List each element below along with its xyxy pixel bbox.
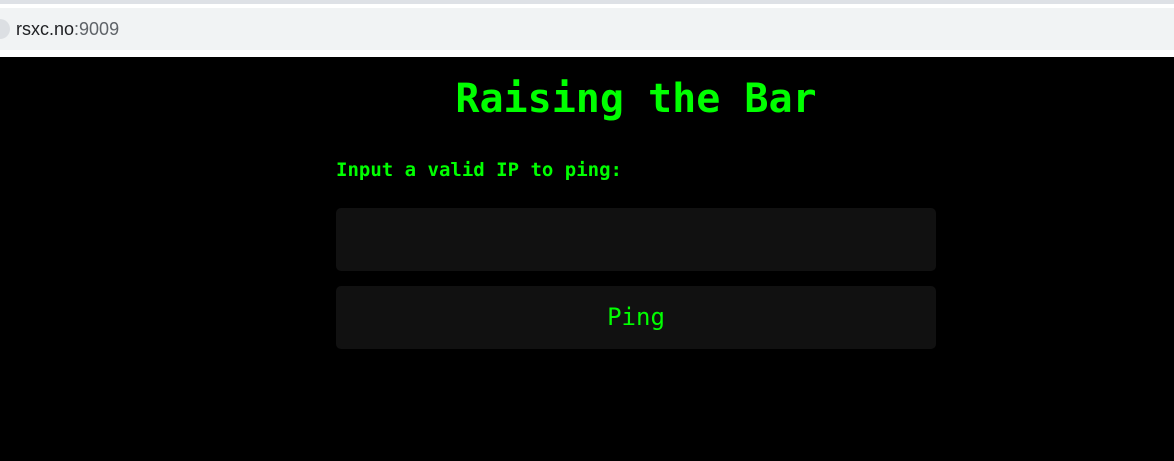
url-port: :9009 (74, 19, 120, 39)
ip-input[interactable] (336, 208, 936, 271)
ip-prompt-label: Input a valid IP to ping: (336, 159, 622, 181)
url-host: rsxc.no (16, 19, 75, 39)
page-content: Raising the Bar Input a valid IP to ping… (0, 57, 1174, 461)
tab-strip (0, 0, 1174, 4)
ping-button[interactable]: Ping (336, 286, 936, 349)
browser-chrome: rsxc.no:9009 (0, 0, 1174, 57)
url-text[interactable]: rsxc.no:9009 (16, 18, 119, 40)
address-bar[interactable]: rsxc.no:9009 (0, 8, 1174, 50)
site-info-icon[interactable] (0, 19, 10, 39)
page-title: Raising the Bar (455, 76, 817, 122)
